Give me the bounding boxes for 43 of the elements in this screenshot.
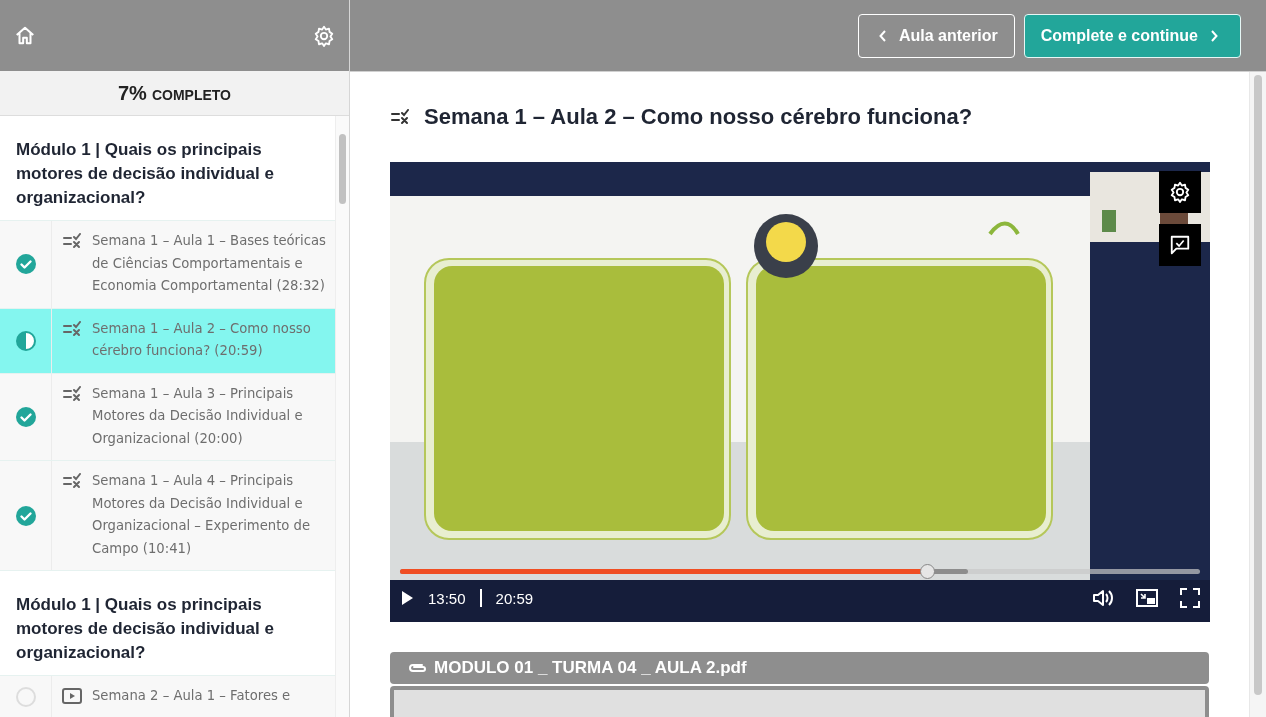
- duration: 20:59: [495, 589, 534, 607]
- quiz-icon: [62, 233, 82, 249]
- comment-check-icon: [1169, 234, 1191, 256]
- gear-icon: [1169, 181, 1191, 203]
- video-icon: [62, 688, 82, 704]
- lesson-title: Semana 1 – Aula 1 – Bases teóricas de Ciências Comportamentais e Economia Comportamental (28:32): [92, 232, 327, 295]
- progress-percent: 7%: [118, 81, 147, 105]
- quiz-icon: [62, 385, 82, 402]
- quiz-icon: [62, 320, 82, 337]
- chevron-right-icon: [1210, 29, 1218, 42]
- lesson-title: Semana 1 – Aula 4 – Principais Motores da Decisão Individual e Organizacional – Experimento de Campo (10:41): [92, 472, 312, 558]
- complete-continue-button[interactable]: Complete e continue: [1023, 13, 1241, 58]
- lesson-title: Semana 1 – Aula 3 – Principais Motores da Decisão Individual e Organizacional (20:00): [92, 384, 304, 448]
- lesson-title: Semana 2 – Aula 1 – Fatores e: [92, 687, 291, 705]
- current-time: 13:50: [428, 589, 466, 607]
- scrollbar-thumb[interactable]: [1254, 75, 1262, 695]
- settings-button[interactable]: [1159, 171, 1201, 213]
- lesson-item[interactable]: Semana 2 – Aula 1 – Fatores e: [0, 675, 335, 717]
- fullscreen-button[interactable]: [1180, 588, 1200, 608]
- play-button[interactable]: [400, 590, 414, 606]
- attachment-bar[interactable]: MODULO 01 _ TURMA 04 _ AULA 2.pdf: [390, 652, 1209, 684]
- lesson-item[interactable]: Semana 1 – Aula 4 – Principais Motores da Decisão Individual e Organizacional – Experimento de Campo (10:41): [0, 460, 335, 571]
- progress-label: COMPLETO: [151, 86, 231, 103]
- lesson-heading: Semana 1 – Aula 2 – Como nosso cérebro funciona?: [424, 104, 973, 130]
- picture-in-picture-button[interactable]: [1136, 588, 1158, 608]
- paperclip-icon: [408, 662, 428, 674]
- quiz-icon: [390, 109, 410, 125]
- previous-lesson-button[interactable]: Aula anterior: [857, 13, 1015, 58]
- scrollbar-thumb[interactable]: [339, 134, 346, 204]
- lesson-item[interactable]: Semana 1 – Aula 1 – Bases teóricas de Ciências Comportamentais e Economia Comportamental (28:32): [0, 220, 335, 308]
- lesson-item[interactable]: Semana 1 – Aula 3 – Principais Motores da Decisão Individual e Organizacional (20:00): [0, 372, 335, 460]
- home-icon[interactable]: [14, 24, 36, 47]
- feedback-button[interactable]: [1159, 224, 1201, 266]
- attachment-name: MODULO 01 _ TURMA 04 _ AULA 2.pdf: [434, 658, 747, 678]
- quiz-icon: [62, 473, 82, 489]
- module-title: Módulo 1 | Quais os principais motores de decisão individual e organizacional?: [15, 139, 275, 209]
- lesson-item[interactable]: Semana 1 – Aula 2 – Como nosso cérebro funciona? (20:59): [0, 307, 335, 373]
- seek-bar[interactable]: [400, 564, 1200, 579]
- module-title: Módulo 1 | Quais os principais motores de decisão individual e organizacional?: [15, 594, 275, 664]
- chevron-left-icon: [878, 29, 887, 42]
- settings-icon[interactable]: [313, 24, 335, 47]
- lesson-title: Semana 1 – Aula 2 – Como nosso cérebro funciona? (20:59): [92, 319, 312, 360]
- volume-button[interactable]: [1092, 588, 1114, 608]
